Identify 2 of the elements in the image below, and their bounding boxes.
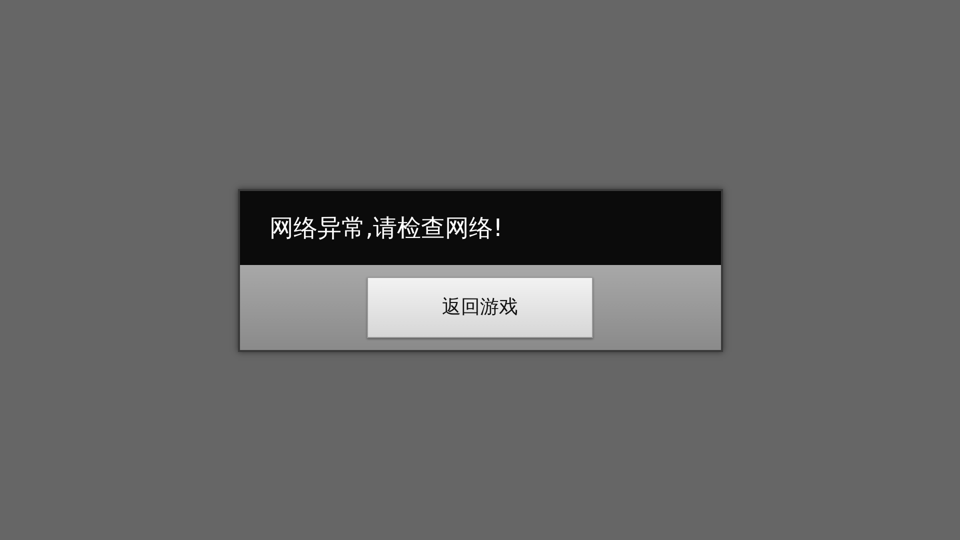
return-button[interactable]: 返回游戏 [367,276,593,338]
dialog-message: 网络异常,请检查网络! [270,212,503,244]
